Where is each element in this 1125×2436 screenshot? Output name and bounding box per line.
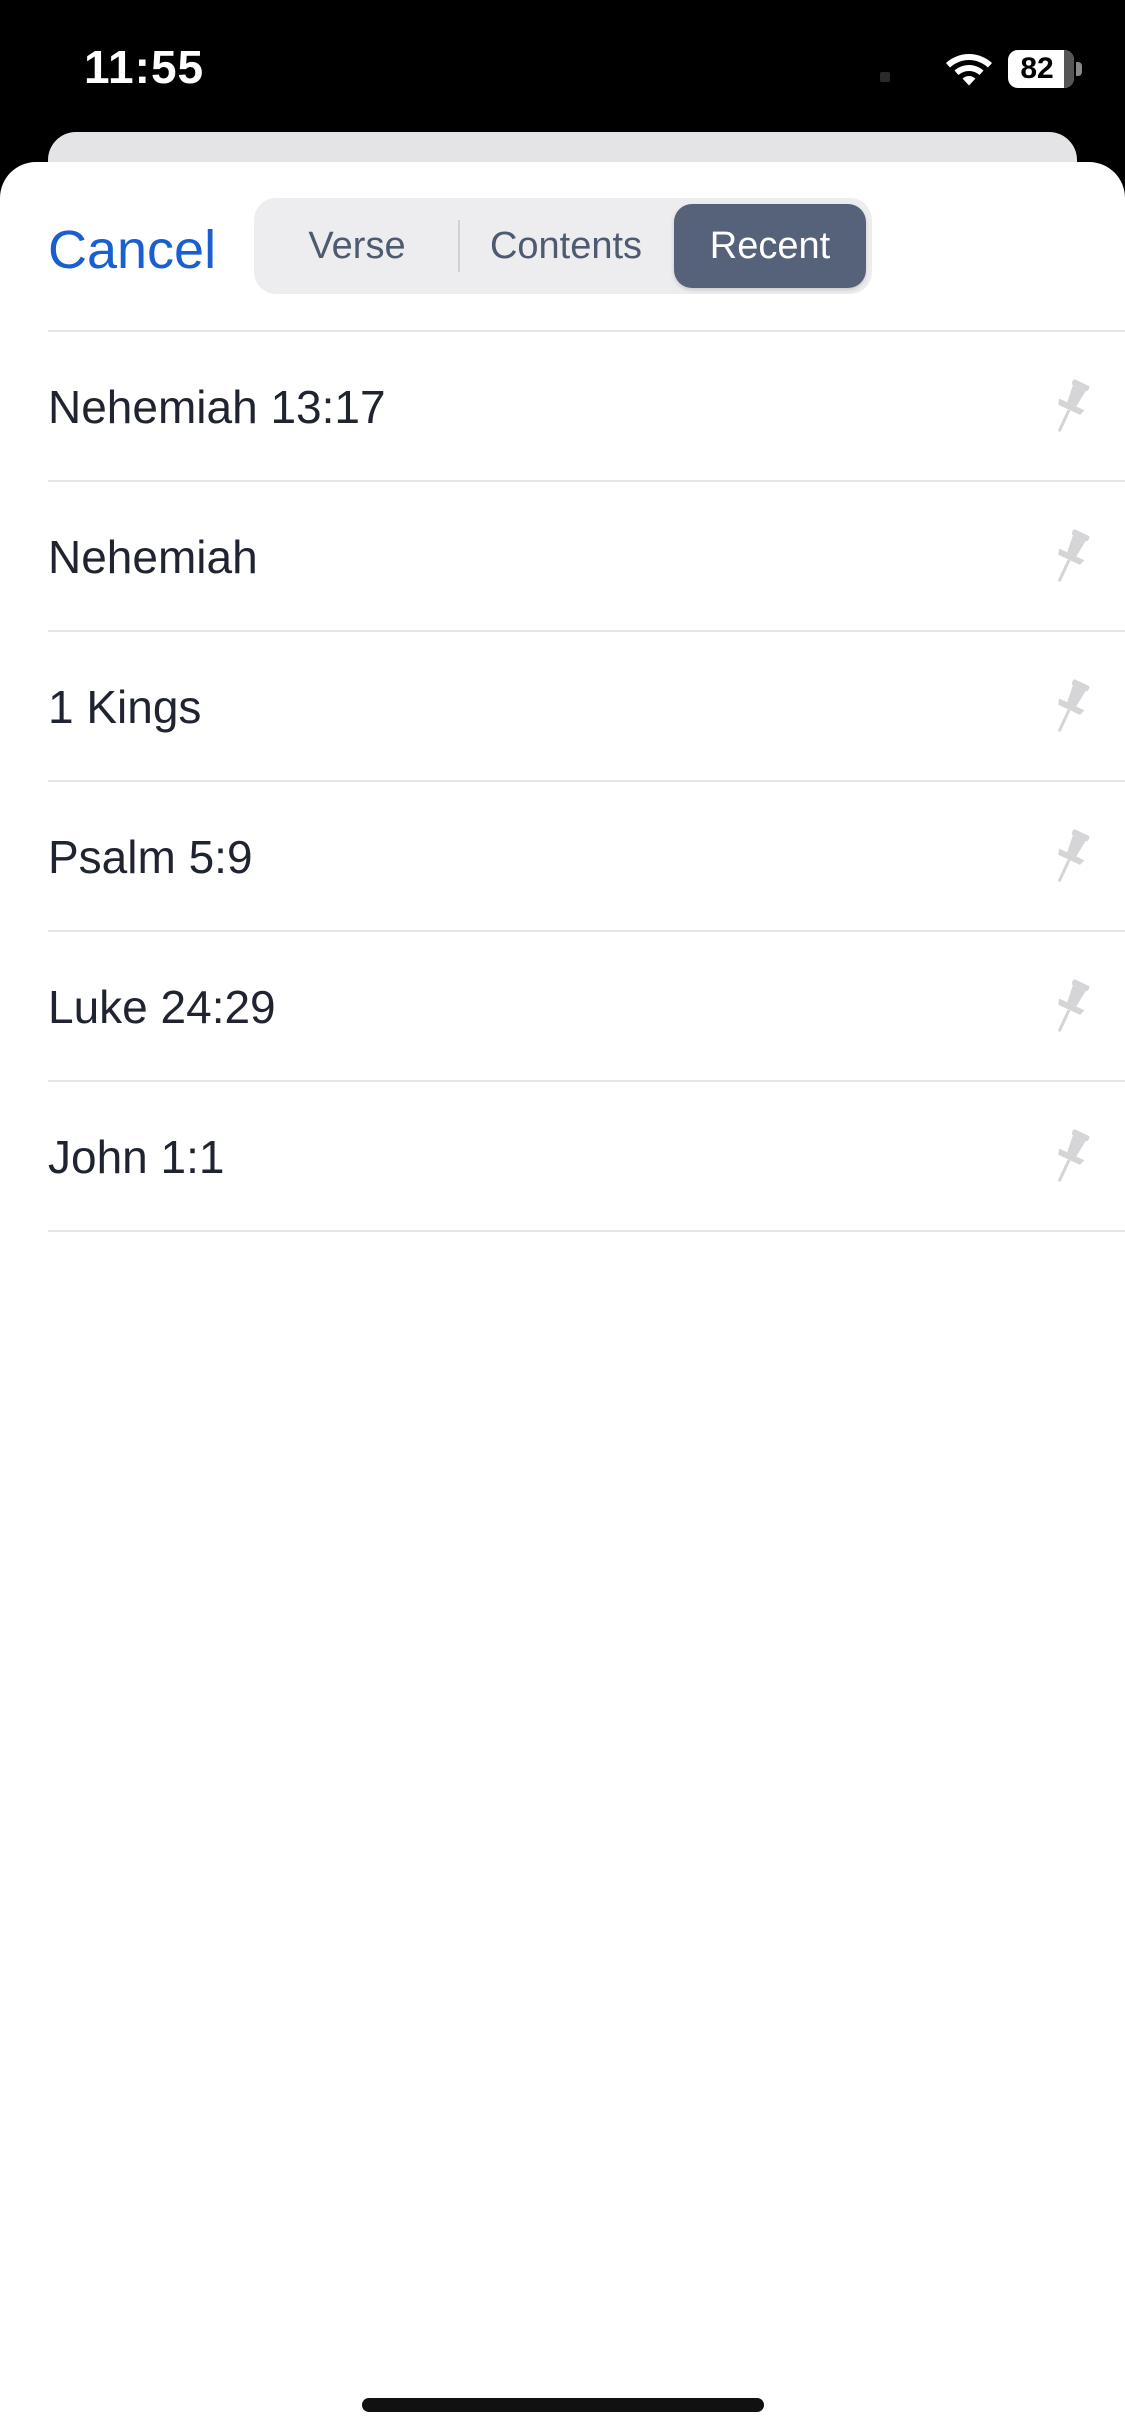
status-time: 11:55 — [84, 41, 205, 93]
battery-icon: 82 — [1008, 50, 1082, 88]
screen: 11:55 82 Cancel Verse Contents Recent Ne… — [0, 0, 1125, 2436]
battery-body: 82 — [1008, 50, 1074, 88]
divider — [48, 1230, 1125, 1232]
home-indicator[interactable] — [362, 2398, 764, 2412]
recent-item-label: Luke 24:29 — [48, 981, 276, 1033]
battery-cap — [1076, 62, 1082, 76]
recent-sheet: Cancel Verse Contents Recent Nehemiah 13… — [0, 162, 1125, 2436]
recent-item[interactable]: Psalm 5:9 — [0, 782, 1125, 932]
pin-icon[interactable] — [1044, 678, 1096, 738]
segmented-control: Verse Contents Recent — [254, 198, 872, 294]
status-bar: 11:55 82 — [0, 0, 1125, 140]
pin-icon[interactable] — [1044, 978, 1096, 1038]
recent-item[interactable]: 1 Kings — [0, 632, 1125, 782]
pin-icon[interactable] — [1044, 1128, 1096, 1188]
wifi-icon — [946, 54, 992, 86]
recent-item[interactable]: Luke 24:29 — [0, 932, 1125, 1082]
sheet-header: Cancel Verse Contents Recent — [0, 162, 1125, 330]
recent-item-label: Nehemiah — [48, 531, 258, 583]
tab-contents[interactable]: Contents — [460, 204, 672, 288]
pin-icon[interactable] — [1044, 828, 1096, 888]
recent-item[interactable]: Nehemiah 13:17 — [0, 332, 1125, 482]
recent-item[interactable]: John 1:1 — [0, 1082, 1125, 1232]
battery-level: 82 — [1020, 52, 1054, 85]
recent-item-label: John 1:1 — [48, 1131, 225, 1183]
recent-item[interactable]: Nehemiah — [0, 482, 1125, 632]
cancel-button[interactable]: Cancel — [48, 212, 216, 288]
pin-icon[interactable] — [1044, 528, 1096, 588]
tab-verse[interactable]: Verse — [260, 204, 454, 288]
pin-icon[interactable] — [1044, 378, 1096, 438]
recent-item-label: Psalm 5:9 — [48, 831, 253, 883]
recent-item-label: 1 Kings — [48, 681, 202, 733]
recent-item-label: Nehemiah 13:17 — [48, 381, 386, 433]
tab-recent[interactable]: Recent — [674, 204, 866, 288]
camera-indicator-icon — [880, 72, 890, 82]
